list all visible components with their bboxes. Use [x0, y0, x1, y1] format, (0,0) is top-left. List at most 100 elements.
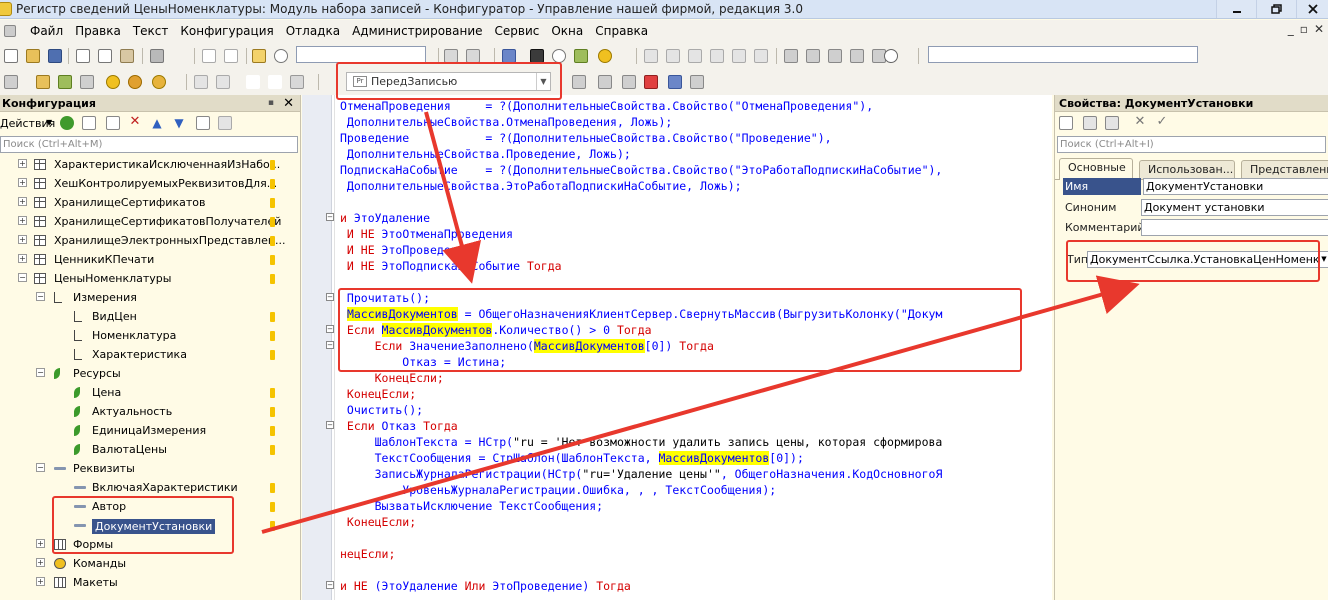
- configuration-search-input[interactable]: Поиск (Ctrl+Alt+M): [0, 136, 298, 153]
- mdi-close-icon[interactable]: ✕: [1314, 22, 1324, 36]
- config-icon-3[interactable]: [828, 49, 842, 63]
- print-icon[interactable]: [150, 49, 164, 63]
- edit-icon[interactable]: [82, 116, 96, 130]
- filter-icon[interactable]: [1105, 116, 1119, 130]
- minimize-button[interactable]: [1216, 0, 1256, 18]
- sort-alpha-icon[interactable]: [1059, 116, 1073, 130]
- info-icon[interactable]: [598, 49, 612, 63]
- editor-icon-4[interactable]: [80, 75, 94, 89]
- expand-icon[interactable]: +: [36, 577, 45, 586]
- comment-field[interactable]: [1141, 219, 1328, 236]
- tree-item[interactable]: + ХешКонтролируемыхРеквизитовДля...: [0, 174, 300, 193]
- bracket-icon-4[interactable]: [710, 49, 724, 63]
- expand-icon[interactable]: +: [18, 216, 27, 225]
- run-icon[interactable]: [106, 75, 120, 89]
- delete-icon[interactable]: ✕: [128, 115, 142, 130]
- expand-icon[interactable]: +: [36, 539, 45, 548]
- comment-icon[interactable]: [246, 75, 260, 89]
- config-icon-4[interactable]: [850, 49, 864, 63]
- mdi-minimize-icon[interactable]: _: [1288, 22, 1294, 36]
- tree-item[interactable]: + ХарактеристикаИсключеннаяИзНабо...: [0, 155, 300, 174]
- expand-icon[interactable]: +: [18, 178, 27, 187]
- expand-icon[interactable]: +: [36, 558, 45, 567]
- filter-icon[interactable]: [218, 116, 232, 130]
- menu-service[interactable]: Сервис: [489, 24, 546, 38]
- format-icon[interactable]: [290, 75, 304, 89]
- add-icon[interactable]: [60, 116, 74, 130]
- tree-item[interactable]: ВидЦен: [0, 307, 300, 326]
- bracket-icon-1[interactable]: [644, 49, 658, 63]
- pin-icon[interactable]: ▪: [268, 95, 274, 112]
- menu-windows[interactable]: Окна: [545, 24, 589, 38]
- editor-icon-2[interactable]: [36, 75, 50, 89]
- copy-icon[interactable]: [98, 49, 112, 63]
- menu-administration[interactable]: Администрирование: [346, 24, 488, 38]
- redo-icon[interactable]: [224, 49, 238, 63]
- editor-icon-3[interactable]: [58, 75, 72, 89]
- code-editor[interactable]: − − − − − − ОтменаПроведения = ?(Дополни…: [302, 95, 1052, 600]
- expand-icon[interactable]: +: [18, 197, 27, 206]
- chevron-down-icon[interactable]: ▼: [1319, 251, 1328, 268]
- chevron-down-icon[interactable]: ▼: [46, 118, 52, 127]
- indent-icon[interactable]: [194, 75, 208, 89]
- fold-toggle[interactable]: −: [326, 325, 334, 333]
- tree-item[interactable]: + Формы: [0, 535, 300, 554]
- tree-item[interactable]: + ХранилищеЭлектронныхПредставлен...: [0, 231, 300, 250]
- name-field[interactable]: ДокументУстановки: [1143, 178, 1328, 195]
- tree-item[interactable]: + ЦенникиКПечати: [0, 250, 300, 269]
- find-icon[interactable]: [252, 49, 266, 63]
- tree-item[interactable]: Актуальность: [0, 402, 300, 421]
- fold-toggle[interactable]: −: [326, 293, 334, 301]
- menu-file[interactable]: Файл: [24, 24, 69, 38]
- bracket-icon-5[interactable]: [732, 49, 746, 63]
- procedure-icon-4[interactable]: [644, 75, 658, 89]
- mdi-restore-icon[interactable]: ▫: [1300, 22, 1308, 36]
- collapse-icon[interactable]: −: [36, 463, 45, 472]
- collapse-icon[interactable]: −: [36, 292, 45, 301]
- menu-configuration[interactable]: Конфигурация: [174, 24, 279, 38]
- tree-item[interactable]: ЕдиницаИзмерения: [0, 421, 300, 440]
- fold-toggle[interactable]: −: [326, 581, 334, 589]
- menu-text[interactable]: Текст: [127, 24, 175, 38]
- move-down-icon[interactable]: ▼: [172, 116, 186, 130]
- cancel-icon[interactable]: ✕: [1133, 115, 1147, 130]
- clock-icon[interactable]: [884, 49, 898, 63]
- procedure-combo[interactable]: Pr ПередЗаписью ▼: [346, 72, 551, 91]
- close-icon[interactable]: ✕: [283, 95, 294, 112]
- procedure-icon-5[interactable]: [668, 75, 682, 89]
- categories-icon[interactable]: [1083, 116, 1097, 130]
- maximize-button[interactable]: [1256, 0, 1296, 18]
- collapse-icon[interactable]: −: [18, 273, 27, 282]
- undo-icon[interactable]: [202, 49, 216, 63]
- toolbar-search-input[interactable]: [296, 46, 426, 63]
- tree-item[interactable]: Цена: [0, 383, 300, 402]
- tree-item[interactable]: + ХранилищеСертификатов: [0, 193, 300, 212]
- tree-item[interactable]: ВалютаЦены: [0, 440, 300, 459]
- apply-icon[interactable]: ✓: [1155, 115, 1169, 130]
- procedure-icon-3[interactable]: [622, 75, 636, 89]
- chevron-down-icon[interactable]: ▼: [536, 73, 550, 90]
- toolbar-icon-1[interactable]: [444, 49, 458, 63]
- properties-search-input[interactable]: Поиск (Ctrl+Alt+I): [1057, 136, 1326, 153]
- code-text[interactable]: ОтменаПроведения = ?(ДополнительныеСвойс…: [340, 98, 942, 594]
- copy-icon[interactable]: [106, 116, 120, 130]
- synonym-field[interactable]: Документ установки: [1141, 199, 1328, 216]
- tree-item[interactable]: + Команды: [0, 554, 300, 573]
- expand-icon[interactable]: +: [18, 254, 27, 263]
- syntax-icon[interactable]: [574, 49, 588, 63]
- config-icon-1[interactable]: [784, 49, 798, 63]
- bracket-icon-6[interactable]: [754, 49, 768, 63]
- type-field[interactable]: ДокументСсылка.УстановкаЦенНоменклат: [1087, 251, 1319, 268]
- uncomment-icon[interactable]: [268, 75, 282, 89]
- fold-toggle[interactable]: −: [326, 421, 334, 429]
- tree-item[interactable]: + Макеты: [0, 573, 300, 592]
- tree-item[interactable]: ДокументУстановки: [0, 516, 300, 535]
- tree-item[interactable]: − ЦеныНоменклатуры: [0, 269, 300, 288]
- open-icon[interactable]: [26, 49, 40, 63]
- menu-edit[interactable]: Правка: [69, 24, 127, 38]
- tree-item[interactable]: − Измерения: [0, 288, 300, 307]
- windows-icon[interactable]: [502, 49, 516, 63]
- fold-toggle[interactable]: −: [326, 341, 334, 349]
- tree-item[interactable]: Номенклатура: [0, 326, 300, 345]
- expand-icon[interactable]: +: [18, 159, 27, 168]
